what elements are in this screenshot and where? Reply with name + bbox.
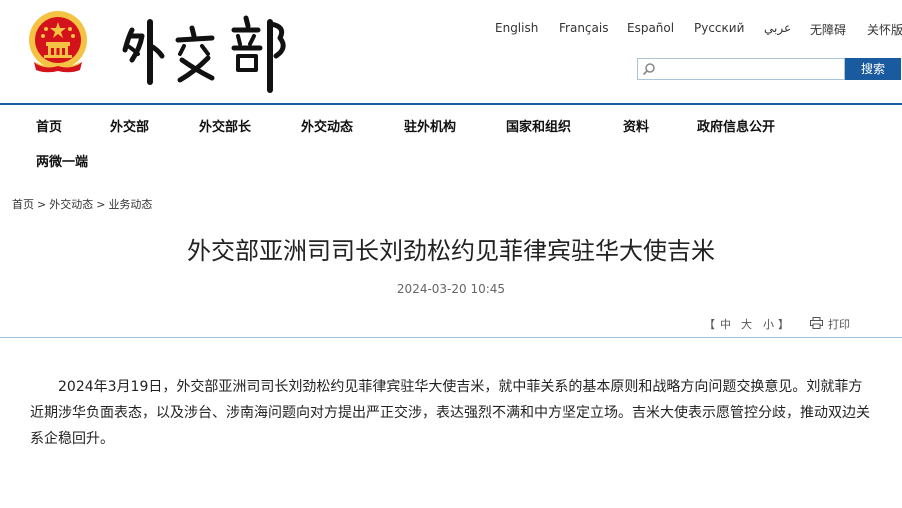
search-button[interactable]: 搜索 <box>845 58 901 80</box>
article-body: 2024年3月19日，外交部亚洲司司长刘劲松约见菲律宾驻华大使吉米，就中菲关系的… <box>30 379 870 447</box>
search-input[interactable] <box>660 60 842 78</box>
lang-spanish[interactable]: Español <box>627 21 674 35</box>
nav-missions-abroad[interactable]: 驻外机构 <box>404 116 456 135</box>
breadcrumb-separator: > <box>37 198 47 211</box>
breadcrumb-diplomatic-news[interactable]: 外交动态 <box>49 198 93 211</box>
font-size-bracket-open: 【 <box>704 318 715 331</box>
lang-arabic[interactable]: عربي <box>764 21 791 35</box>
breadcrumb-business-news[interactable]: 业务动态 <box>108 198 152 211</box>
nav-ministry[interactable]: 外交部 <box>110 116 149 135</box>
nav-social-apps[interactable]: 两微一端 <box>36 151 88 170</box>
nav-home[interactable]: 首页 <box>36 116 62 135</box>
nav-minister[interactable]: 外交部长 <box>199 116 251 135</box>
breadcrumb-home[interactable]: 首页 <box>12 198 34 211</box>
nav-gov-info[interactable]: 政府信息公开 <box>697 116 775 135</box>
nav-resources[interactable]: 资料 <box>623 116 649 135</box>
search-box <box>637 58 845 80</box>
nav-diplomatic-news[interactable]: 外交动态 <box>301 116 353 135</box>
breadcrumb: 首页 > 外交动态 > 业务动态 <box>12 196 152 212</box>
font-size-medium[interactable]: 大 <box>741 316 752 332</box>
lang-english[interactable]: English <box>495 21 538 35</box>
font-size-bracket-close: 】 <box>778 318 789 331</box>
printer-icon[interactable] <box>810 317 823 329</box>
content-divider <box>0 337 902 338</box>
accessibility-link[interactable]: 无障碍 <box>810 21 846 38</box>
lang-french[interactable]: Français <box>559 21 608 35</box>
font-size-small[interactable]: 小 <box>763 316 774 332</box>
nav-countries-orgs[interactable]: 国家和组织 <box>506 116 571 135</box>
language-bar: English Français Español Русский عربي 无障… <box>0 21 902 39</box>
article-tools: 【 中 大 小 】 打印 <box>0 316 902 332</box>
article-title: 外交部亚洲司司长刘劲松约见菲律宾驻华大使吉米 <box>187 237 715 265</box>
font-size-large[interactable]: 中 <box>720 316 731 332</box>
main-nav: 首页 外交部 外交部长 外交动态 驻外机构 国家和组织 资料 政府信息公开 两微… <box>0 105 902 177</box>
print-link[interactable]: 打印 <box>828 316 850 332</box>
elder-care-link[interactable]: 关怀版 <box>867 21 902 38</box>
national-emblem-icon[interactable] <box>26 10 90 76</box>
breadcrumb-separator: > <box>96 198 106 211</box>
article-date: 2024-03-20 10:45 <box>396 282 506 296</box>
lang-russian[interactable]: Русский <box>694 21 744 35</box>
search-icon <box>642 63 655 76</box>
site-header: English Français Español Русский عربي 无障… <box>0 0 902 104</box>
